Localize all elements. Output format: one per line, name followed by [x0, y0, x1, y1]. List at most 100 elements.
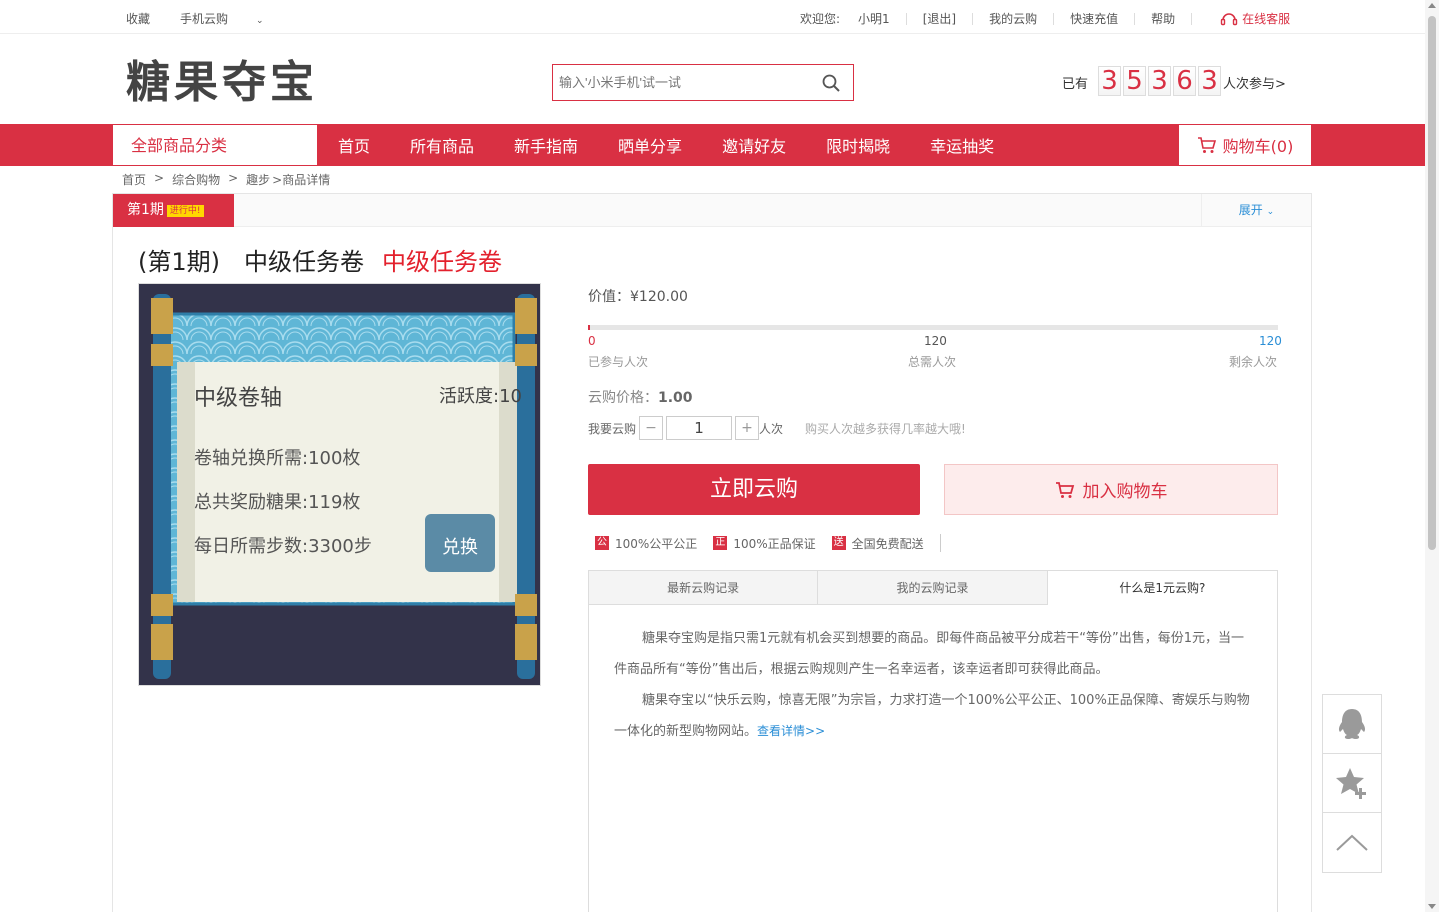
online-service-link[interactable]: 在线客服: [1220, 10, 1290, 27]
breadcrumb: 首页 > 综合购物 > 趣步 >商品详情: [122, 171, 330, 188]
divider: [905, 12, 907, 25]
recharge-link[interactable]: 快速充值: [1070, 10, 1118, 27]
cart-icon: [1197, 137, 1216, 153]
expand-label: 展开: [1238, 203, 1263, 217]
chevron-up-icon: [1336, 834, 1368, 851]
guarantee-shipping: 送全国免费配送: [831, 535, 924, 552]
period-label: 第1期: [127, 202, 164, 218]
cart-icon: [1055, 481, 1074, 498]
nav-item-home[interactable]: 首页: [338, 133, 370, 157]
search-icon[interactable]: [821, 73, 841, 93]
joined-count: 0: [588, 334, 596, 348]
quantity-input[interactable]: 1: [666, 416, 733, 440]
tab-my-records[interactable]: 我的云购记录: [818, 571, 1048, 605]
favorite-button[interactable]: [1323, 754, 1381, 813]
period-tab[interactable]: 第1期 进行中!: [113, 194, 234, 227]
guarantee-text: 全国免费配送: [851, 536, 924, 551]
breadcrumb-category[interactable]: 综合购物: [172, 171, 220, 188]
page-scrollbar[interactable]: [1425, 0, 1439, 912]
my-purchases-link[interactable]: 我的云购: [989, 10, 1037, 27]
product-price: 价值：¥120.00: [588, 289, 688, 305]
genuine-icon: 正: [713, 536, 728, 550]
nav-item-lottery[interactable]: 幸运抽奖: [930, 133, 994, 157]
quantity-tip: 购买人次越多获得几率越大哦!: [805, 421, 966, 436]
scroll-line: 每日所需步数:3300步: [194, 536, 372, 557]
divider: [1191, 12, 1193, 25]
main-nav: 全部商品分类 首页 所有商品 新手指南 晒单分享 邀请好友 限时揭晓 幸运抽奖 …: [0, 124, 1425, 166]
guarantee-text: 100%正品保证: [733, 536, 816, 551]
star-add-icon: [1336, 768, 1366, 799]
counter-digit: 3: [1098, 66, 1122, 96]
breadcrumb-subcategory[interactable]: 趣步: [246, 171, 270, 188]
cart-label: 购物车(0): [1222, 137, 1294, 156]
product-title-main: (第1期) 中级任务卷: [138, 248, 364, 276]
logout-link[interactable]: [退出]: [923, 10, 956, 27]
favorite-link[interactable]: 收藏: [126, 10, 150, 27]
counter-prefix: 已有: [1062, 77, 1089, 92]
quantity-plus-button[interactable]: +: [735, 416, 760, 440]
total-label: 总需人次: [908, 355, 957, 369]
nav-item-all-products[interactable]: 所有商品: [410, 133, 474, 157]
mobile-link-label: 手机云购: [180, 12, 229, 26]
chevron-down-icon: ⌄: [256, 16, 264, 26]
counter-digit: 6: [1173, 66, 1197, 96]
nav-item-share[interactable]: 晒单分享: [618, 133, 682, 157]
quantity-row: 我要云购 − 1 + 人次 购买人次越多获得几率越大哦!: [588, 416, 966, 440]
mobile-link[interactable]: 手机云购 ⌄: [180, 10, 294, 27]
search-input[interactable]: [553, 65, 803, 100]
scroll-activity: 活跃度:10: [439, 386, 522, 407]
scroll-exchange-button: 兑换: [442, 537, 478, 558]
username-link[interactable]: 小明1: [858, 10, 890, 27]
nav-item-reveal[interactable]: 限时揭晓: [826, 133, 890, 157]
scrollbar-thumb[interactable]: [1428, 16, 1436, 550]
remaining-label: 剩余人次: [1229, 355, 1278, 369]
nav-item-invite[interactable]: 邀请好友: [722, 133, 786, 157]
buy-now-button[interactable]: 立即云购: [588, 464, 920, 515]
product-panel: 第1期 进行中! 展开 ⌄ (第1期) 中级任务卷 中级任务卷 中级卷轴 活跃度…: [112, 193, 1312, 912]
breadcrumb-home[interactable]: 首页: [122, 171, 146, 188]
shipping-icon: 送: [831, 536, 846, 550]
site-logo[interactable]: 糖果夺宝: [126, 46, 318, 110]
scroll-line: 总共奖励糖果:119枚: [194, 492, 361, 513]
status-badge: 进行中!: [166, 205, 204, 217]
search-box: [552, 64, 854, 101]
floating-toolbar: [1322, 694, 1382, 873]
tab-content: 糖果夺宝购是指只需1元就有机会买到想要的商品。即每件商品被平分成若干“等份”出售…: [589, 605, 1277, 747]
breadcrumb-current: >商品详情: [272, 173, 331, 187]
counter-digit: 5: [1123, 66, 1147, 96]
chevron-down-icon: ⌄: [1266, 207, 1275, 217]
all-categories-button[interactable]: 全部商品分类: [112, 124, 318, 166]
tab-latest-records[interactable]: 最新云购记录: [589, 571, 819, 605]
qq-button[interactable]: [1323, 695, 1381, 754]
quantity-minus-button[interactable]: −: [639, 416, 664, 440]
total-count: 120: [924, 334, 947, 348]
nav-item-guide[interactable]: 新手指南: [514, 133, 578, 157]
progress-bar: [588, 325, 1278, 330]
scroll-up-arrow-icon[interactable]: [1428, 3, 1436, 8]
counter-suffix: 人次参与>: [1223, 77, 1286, 92]
cart-button[interactable]: 购物车(0): [1178, 124, 1312, 166]
product-title: (第1期) 中级任务卷 中级任务卷: [138, 242, 502, 277]
divider: [939, 534, 941, 552]
divider: [972, 12, 974, 25]
tab-what-is[interactable]: 什么是1元云购?: [1047, 571, 1277, 605]
quantity-unit: 人次: [759, 421, 784, 436]
top-bar: 收藏 手机云购 ⌄ 欢迎您: 小明1 [退出] 我的云购 快速充值 帮助 在线客服: [0, 0, 1425, 34]
participation-counter[interactable]: 已有 3 5 3 6 3 人次参与>: [1062, 66, 1286, 96]
fair-icon: 公: [595, 536, 609, 550]
info-tabs: 最新云购记录 我的云购记录 什么是1元云购? 糖果夺宝购是指只需1元就有机会买到…: [588, 570, 1278, 912]
add-to-cart-button[interactable]: 加入购物车: [944, 464, 1278, 515]
scroll-down-arrow-icon[interactable]: [1428, 904, 1436, 909]
add-to-cart-label: 加入购物车: [1082, 482, 1168, 502]
back-to-top-button[interactable]: [1323, 813, 1381, 872]
welcome-text: 欢迎您:: [800, 12, 841, 26]
expand-button[interactable]: 展开 ⌄: [1201, 194, 1311, 227]
product-image[interactable]: 中级卷轴 活跃度:10 卷轴兑换所需:100枚 总共奖励糖果:119枚 每日所需…: [138, 283, 541, 686]
headset-icon: [1220, 12, 1238, 25]
breadcrumb-separator: >: [228, 171, 239, 185]
more-details-link[interactable]: 查看详情>>: [757, 724, 825, 738]
cloud-price-value: 1.00: [658, 390, 693, 406]
period-bar: 第1期 进行中! 展开 ⌄: [113, 194, 1311, 227]
help-link[interactable]: 帮助: [1151, 10, 1175, 27]
qq-icon: [1338, 709, 1366, 739]
